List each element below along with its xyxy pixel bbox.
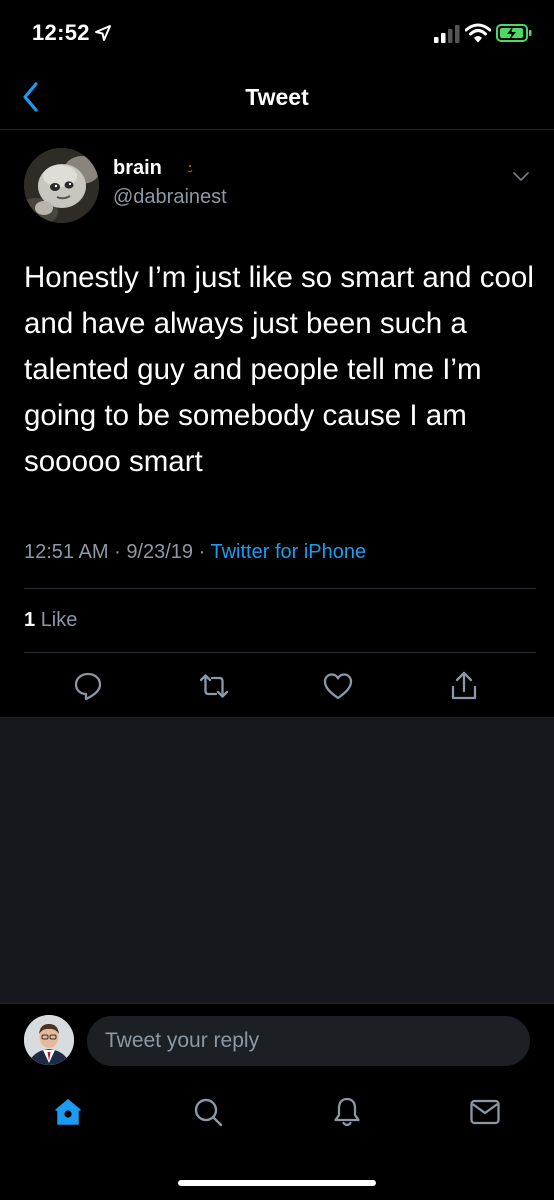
wifi-icon xyxy=(465,23,491,43)
like-count: 1 xyxy=(24,609,36,631)
search-icon xyxy=(194,1098,223,1127)
tweet-text: Honestly I’m just like so smart and cool… xyxy=(24,261,534,478)
page-title: Tweet xyxy=(245,84,309,110)
brain-character-avatar-image xyxy=(24,148,99,223)
home-icon xyxy=(55,1099,81,1125)
location-arrow-icon xyxy=(95,25,111,41)
share-button[interactable] xyxy=(446,668,482,704)
battery-charging-icon xyxy=(496,24,532,42)
meta-separator: · xyxy=(198,541,206,563)
status-bar: 12:52 xyxy=(0,0,554,66)
tweet-metadata: 12:51 AM · 9/23/19 · Twitter for iPhone xyxy=(24,541,366,564)
replies-area xyxy=(0,717,554,1003)
cellular-signal-icon xyxy=(434,25,460,43)
meta-separator: · xyxy=(114,541,121,563)
heart-icon xyxy=(323,673,353,700)
retweet-icon xyxy=(199,674,229,698)
share-icon xyxy=(451,671,477,700)
nav-bar: Tweet xyxy=(0,66,554,130)
reply-input[interactable] xyxy=(87,1016,530,1066)
chevron-down-icon xyxy=(513,172,529,181)
tweet-detail-screen: 12:52 Tweet brain @dabrainest Honestly I… xyxy=(0,0,554,1200)
home-indicator[interactable] xyxy=(178,1180,376,1186)
reply-icon xyxy=(74,672,102,701)
author-handle[interactable]: @dabrainest xyxy=(113,186,227,209)
status-time: 12:52 xyxy=(32,20,90,45)
mail-icon xyxy=(470,1099,500,1125)
tweet-actions xyxy=(0,662,554,712)
crescent-moon-icon xyxy=(182,157,193,179)
tab-home[interactable] xyxy=(48,1092,88,1132)
tweet-time: 12:51 AM xyxy=(24,541,109,563)
tab-search[interactable] xyxy=(188,1092,228,1132)
tab-bar xyxy=(0,1080,554,1150)
author-avatar[interactable] xyxy=(24,148,99,223)
tab-notifications[interactable] xyxy=(327,1092,367,1132)
divider xyxy=(24,652,536,653)
likes-row[interactable]: 1 Like xyxy=(24,609,77,632)
tweet-date: 9/23/19 xyxy=(126,541,194,563)
tab-messages[interactable] xyxy=(465,1092,505,1132)
tweet-options-button[interactable] xyxy=(508,163,534,189)
retweet-button[interactable] xyxy=(196,668,232,704)
like-label: Like xyxy=(40,609,78,631)
user-avatar[interactable] xyxy=(24,1015,74,1065)
bell-icon xyxy=(334,1097,360,1127)
author-name[interactable]: brain xyxy=(113,157,162,180)
reply-button[interactable] xyxy=(70,668,106,704)
user-profile-photo xyxy=(24,1015,74,1065)
tweet-source-link[interactable]: Twitter for iPhone xyxy=(210,541,366,563)
like-button[interactable] xyxy=(320,668,356,704)
divider xyxy=(24,588,536,589)
